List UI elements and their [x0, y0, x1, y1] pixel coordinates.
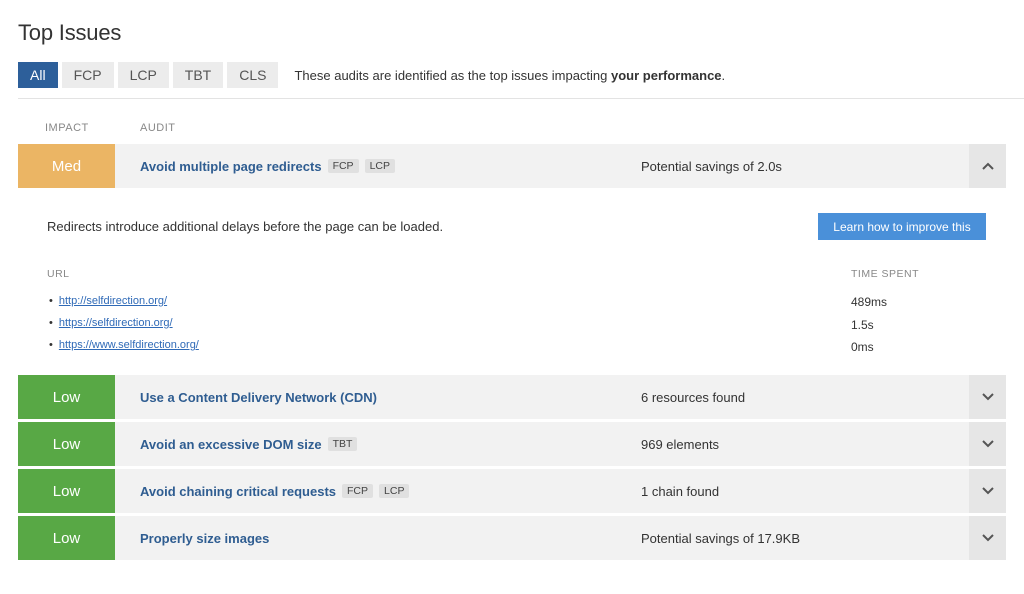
tabs-description-bold: your performance [611, 67, 722, 83]
chevron-down-icon [981, 487, 994, 495]
issue-row[interactable]: Low Properly size images Potential savin… [18, 516, 1006, 560]
bullet: • [49, 339, 53, 351]
chevron-down-icon [981, 440, 994, 448]
issue-row[interactable]: Low Avoid an excessive DOM size TBT 969 … [18, 422, 1006, 466]
audit-result: Potential savings of 2.0s [641, 158, 782, 174]
impact-badge: Low [18, 469, 115, 513]
tab-fcp[interactable]: FCP [61, 62, 114, 88]
issues-table: IMPACT AUDIT Med Avoid multiple page red… [18, 120, 1006, 563]
tabs-description-text: These audits are identified as the top i… [294, 67, 611, 83]
audit-title[interactable]: Avoid multiple page redirects FCP LCP [140, 144, 395, 188]
expand-toggle[interactable] [969, 516, 1006, 560]
tabs-description: These audits are identified as the top i… [294, 68, 725, 83]
audit-title[interactable]: Avoid an excessive DOM size TBT [140, 422, 358, 466]
audit-result: 1 chain found [641, 483, 720, 499]
impact-filter-tabs: All FCP LCP TBT CLS These audits are ide… [18, 62, 725, 88]
bullet: • [49, 317, 53, 329]
time-column-header: TIME SPENT [851, 268, 920, 280]
bullet: • [49, 295, 53, 307]
audit-title-text[interactable]: Avoid chaining critical requests [140, 484, 336, 499]
audit-title[interactable]: Avoid chaining critical requests FCP LCP [140, 469, 410, 513]
url-link[interactable]: https://www.selfdirection.org/ [59, 339, 199, 351]
impact-badge: Med [18, 144, 115, 188]
metric-tag: LCP [364, 159, 395, 173]
time-value: 1.5s [851, 318, 874, 332]
audit-result: Potential savings of 17.9KB [641, 530, 800, 546]
chevron-down-icon [981, 534, 994, 542]
audit-title-text[interactable]: Avoid multiple page redirects [140, 159, 322, 174]
expand-toggle[interactable] [969, 422, 1006, 466]
issue-row[interactable]: Low Avoid chaining critical requests FCP… [18, 469, 1006, 513]
issue-row[interactable]: Med Avoid multiple page redirects FCP LC… [18, 144, 1006, 188]
time-value: 0ms [851, 340, 874, 354]
url-link[interactable]: https://selfdirection.org/ [59, 317, 173, 329]
audit-title-text[interactable]: Properly size images [140, 531, 269, 546]
metric-tag: TBT [327, 437, 358, 451]
tabs-description-suffix: . [721, 67, 726, 83]
url-list-item: • https://www.selfdirection.org/ [49, 339, 199, 351]
divider [18, 98, 1024, 99]
audit-title[interactable]: Properly size images [140, 516, 269, 560]
url-link[interactable]: http://selfdirection.org/ [59, 295, 167, 307]
metric-tag: FCP [342, 484, 374, 498]
tab-tbt[interactable]: TBT [172, 62, 224, 88]
audit-column-header: AUDIT [140, 122, 176, 134]
learn-how-button[interactable]: Learn how to improve this [818, 213, 986, 240]
column-headers: IMPACT AUDIT [18, 120, 1006, 144]
url-list-item: • https://selfdirection.org/ [49, 317, 173, 329]
tab-cls[interactable]: CLS [227, 62, 279, 88]
expand-toggle[interactable] [969, 469, 1006, 513]
tab-all[interactable]: All [18, 62, 58, 88]
metric-tag: FCP [327, 159, 359, 173]
collapse-toggle[interactable] [969, 144, 1006, 188]
audit-title-text[interactable]: Avoid an excessive DOM size [140, 437, 322, 452]
chevron-up-icon [981, 162, 994, 170]
url-column-header: URL [47, 268, 70, 280]
impact-badge: Low [18, 516, 115, 560]
impact-badge: Low [18, 375, 115, 419]
issue-row[interactable]: Low Use a Content Delivery Network (CDN)… [18, 375, 1006, 419]
audit-result: 969 elements [641, 436, 720, 452]
page-title: Top Issues [18, 20, 122, 45]
url-list-item: • http://selfdirection.org/ [49, 295, 167, 307]
metric-tag: LCP [379, 484, 410, 498]
issue-details: Redirects introduce additional delays be… [18, 191, 1006, 375]
impact-badge: Low [18, 422, 115, 466]
impact-column-header: IMPACT [45, 122, 89, 134]
chevron-down-icon [981, 393, 994, 401]
time-value: 489ms [851, 295, 888, 309]
expand-toggle[interactable] [969, 375, 1006, 419]
issue-description: Redirects introduce additional delays be… [47, 219, 444, 234]
audit-result: 6 resources found [641, 389, 746, 405]
audit-title-text[interactable]: Use a Content Delivery Network (CDN) [140, 390, 377, 405]
tab-lcp[interactable]: LCP [117, 62, 169, 88]
audit-title[interactable]: Use a Content Delivery Network (CDN) [140, 375, 377, 419]
